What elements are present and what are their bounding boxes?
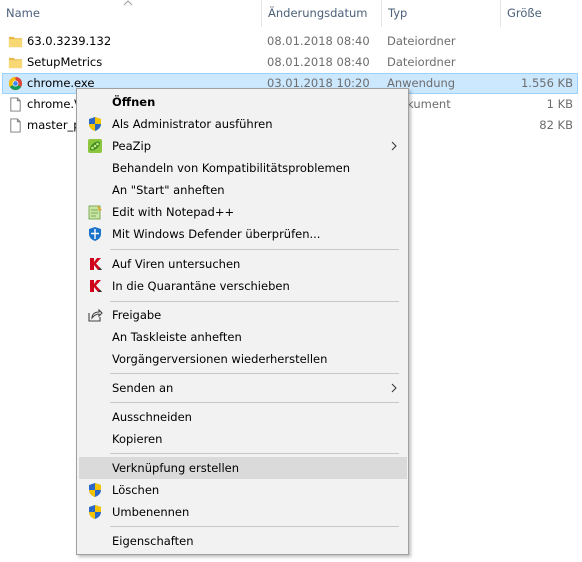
menu-item-copy[interactable]: Kopieren — [79, 428, 407, 450]
menu-item-label: PeaZip — [112, 139, 152, 153]
folder-icon — [8, 36, 23, 48]
menu-item-label: Mit Windows Defender überprüfen... — [112, 227, 321, 241]
menu-item-peazip[interactable]: PeaZip — [79, 135, 407, 157]
menu-separator — [110, 373, 399, 374]
menu-item-notepadpp[interactable]: Edit with Notepad++ — [79, 201, 407, 223]
chrome-icon — [8, 76, 23, 91]
menu-item-label: An "Start" anheften — [112, 183, 225, 197]
file-name: 63.0.3239.132 — [27, 34, 112, 48]
menu-item-virus-scan[interactable]: Auf Viren untersuchen — [79, 253, 407, 275]
menu-item-delete[interactable]: Löschen — [79, 479, 407, 501]
folder-icon — [8, 57, 23, 69]
menu-item-compatibility[interactable]: Behandeln von Kompatibilitätsproblemen — [79, 157, 407, 179]
menu-item-properties[interactable]: Eigenschaften — [79, 530, 407, 552]
submenu-arrow-icon — [391, 383, 397, 393]
file-size: 1.556 KB — [520, 76, 573, 90]
menu-item-rename[interactable]: Umbenennen — [79, 501, 407, 523]
submenu-arrow-icon — [391, 141, 397, 151]
file-size: 82 KB — [539, 118, 573, 132]
menu-item-label: Verknüpfung erstellen — [112, 461, 240, 475]
menu-item-label: Kopieren — [112, 432, 163, 446]
menu-item-label: Senden an — [112, 381, 174, 395]
kaspersky-icon — [90, 280, 102, 292]
file-row-folder-63[interactable]: 63.0.3239.132 08.01.2018 08:40 Dateiordn… — [0, 31, 582, 52]
file-size: 1 KB — [546, 97, 573, 111]
menu-item-run-as-admin[interactable]: Als Administrator ausführen — [79, 113, 407, 135]
menu-item-label: Edit with Notepad++ — [112, 205, 235, 219]
menu-item-quarantine[interactable]: In die Quarantäne verschieben — [79, 275, 407, 297]
menu-item-label: In die Quarantäne verschieben — [112, 279, 290, 293]
menu-separator — [110, 402, 399, 403]
column-header-type[interactable]: Typ — [381, 0, 499, 27]
uac-shield-icon — [89, 117, 101, 131]
menu-item-label: Freigabe — [112, 308, 162, 322]
file-size — [500, 31, 573, 52]
file-type: Dateiordner — [387, 34, 456, 48]
uac-shield-icon — [89, 483, 101, 497]
uac-shield-icon — [89, 505, 101, 519]
document-icon — [10, 118, 21, 133]
menu-item-label: Öffnen — [112, 95, 156, 109]
column-header-bar: Name Änderungsdatum Typ Größe — [0, 0, 582, 27]
kaspersky-icon — [90, 258, 102, 270]
menu-item-label: Ausschneiden — [112, 410, 192, 424]
file-date: 08.01.2018 08:40 — [267, 34, 370, 48]
menu-item-cut[interactable]: Ausschneiden — [79, 406, 407, 428]
menu-item-label: Auf Viren untersuchen — [112, 257, 241, 271]
menu-item-previous-versions[interactable]: Vorgängerversionen wiederherstellen — [79, 348, 407, 370]
menu-item-label: Behandeln von Kompatibilitätsproblemen — [112, 161, 351, 175]
menu-item-label: Löschen — [112, 483, 160, 497]
menu-item-open[interactable]: Öffnen — [79, 91, 407, 113]
context-menu: Öffnen Als Administrator ausführen PeaZi… — [76, 88, 409, 555]
menu-item-share[interactable]: Freigabe — [79, 304, 407, 326]
windows-defender-icon — [89, 227, 101, 241]
menu-separator — [110, 249, 399, 250]
file-date: 08.01.2018 08:40 — [267, 55, 370, 69]
menu-separator — [110, 453, 399, 454]
menu-item-label: An Taskleiste anheften — [112, 330, 242, 344]
menu-item-pin-taskbar[interactable]: An Taskleiste anheften — [79, 326, 407, 348]
file-name: SetupMetrics — [27, 55, 103, 69]
menu-item-defender[interactable]: Mit Windows Defender überprüfen... — [79, 223, 407, 245]
document-icon — [10, 97, 21, 112]
menu-item-label: Umbenennen — [112, 505, 190, 519]
notepadpp-icon — [88, 205, 102, 220]
peazip-icon — [88, 139, 102, 153]
menu-item-pin-start[interactable]: An "Start" anheften — [79, 179, 407, 201]
menu-item-create-shortcut[interactable]: Verknüpfung erstellen — [79, 457, 407, 479]
menu-item-send-to[interactable]: Senden an — [79, 377, 407, 399]
share-icon — [88, 308, 103, 322]
menu-separator — [110, 301, 399, 302]
column-header-date[interactable]: Änderungsdatum — [261, 0, 380, 27]
file-size — [500, 52, 573, 73]
file-row-setupmetrics[interactable]: SetupMetrics 08.01.2018 08:40 Dateiordne… — [0, 52, 582, 73]
menu-separator — [110, 526, 399, 527]
column-header-size[interactable]: Größe — [500, 0, 582, 27]
menu-item-label: Vorgängerversionen wiederherstellen — [112, 352, 328, 366]
menu-item-label: Eigenschaften — [112, 534, 194, 548]
menu-item-label: Als Administrator ausführen — [112, 117, 273, 131]
sort-ascending-icon — [123, 0, 133, 6]
file-type: Dateiordner — [387, 55, 456, 69]
